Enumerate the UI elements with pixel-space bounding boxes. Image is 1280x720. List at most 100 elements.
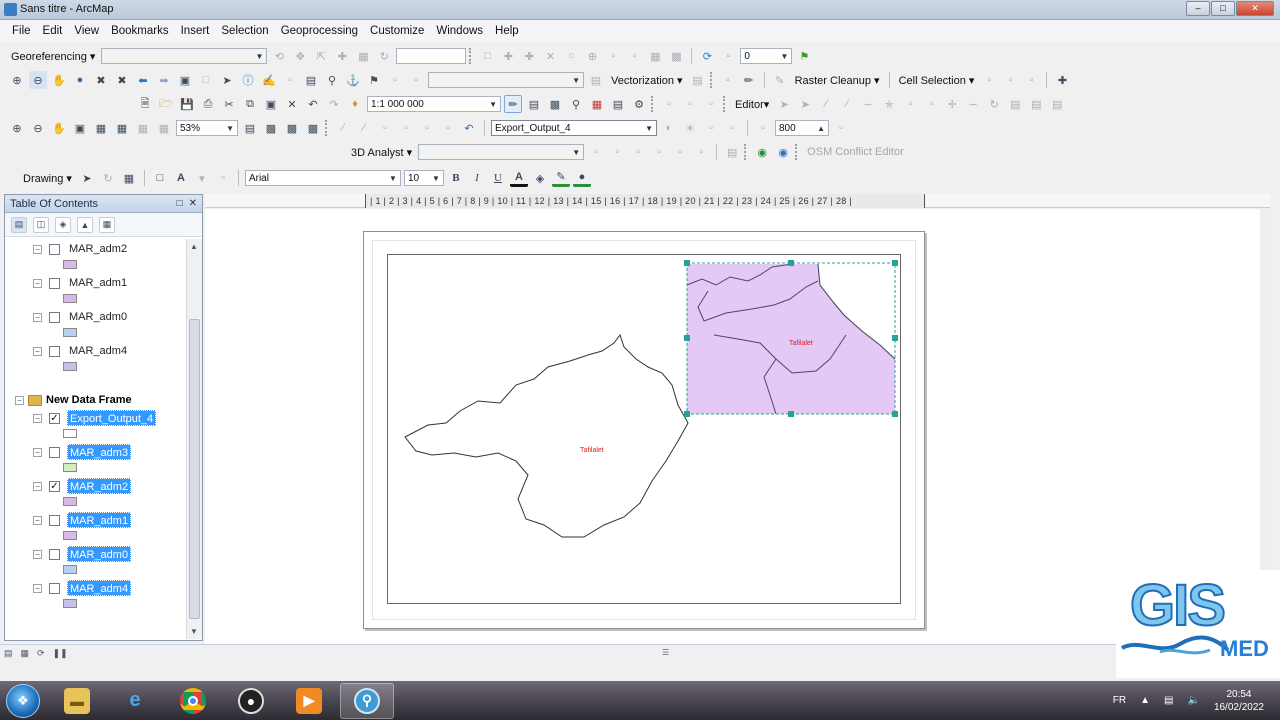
vectorization-settings-icon[interactable]: ▤ bbox=[587, 71, 605, 89]
layer-name[interactable]: MAR_adm2 bbox=[67, 241, 129, 257]
edit-pointer-icon[interactable]: ➤ bbox=[775, 95, 793, 113]
create-features-icon[interactable]: ▤ bbox=[1048, 95, 1066, 113]
rotate-element-icon[interactable]: ▫ bbox=[702, 95, 720, 113]
rotate-drawing-icon[interactable]: ↻ bbox=[99, 169, 117, 187]
rotate-edit-icon[interactable]: ↻ bbox=[985, 95, 1003, 113]
new-text-icon[interactable]: A bbox=[172, 169, 190, 187]
attributes-icon[interactable]: ▤ bbox=[1006, 95, 1024, 113]
georef-layer-combo[interactable]: ▼ bbox=[101, 48, 268, 64]
point-icon[interactable]: ✯ bbox=[880, 95, 898, 113]
undo-georef-icon[interactable]: ↶ bbox=[460, 119, 478, 137]
taskbar-media-player[interactable]: ▶ bbox=[282, 683, 336, 719]
layer-name[interactable]: MAR_adm4 bbox=[67, 343, 129, 359]
main-region-outline[interactable] bbox=[404, 333, 689, 538]
crosshair-icon[interactable]: ✚ bbox=[1053, 71, 1071, 89]
layer-name[interactable]: MAR_adm1 bbox=[67, 512, 132, 528]
map-scale-combo[interactable]: 1:1 000 000 ▼ bbox=[367, 96, 501, 112]
search-window-icon[interactable]: ⚲ bbox=[567, 95, 585, 113]
trace-icon[interactable]: ∽ bbox=[859, 95, 877, 113]
collapse-icon[interactable]: − bbox=[15, 395, 24, 405]
profile-graph-icon[interactable]: ▤ bbox=[723, 143, 741, 161]
reshape-icon[interactable]: ✛ bbox=[943, 95, 961, 113]
layout-horizontal-scrollbar[interactable]: ☰ bbox=[80, 648, 1270, 658]
back-icon[interactable]: ⬅ bbox=[134, 71, 152, 89]
layer-name[interactable]: Export_Output_4 bbox=[67, 410, 157, 426]
georef-add-point-icon[interactable]: ▫ bbox=[376, 119, 394, 137]
layout-view-icon[interactable]: ▦ bbox=[21, 648, 30, 659]
forward-icon[interactable]: ➡ bbox=[155, 71, 173, 89]
menu-view[interactable]: View bbox=[68, 25, 105, 37]
collapse-icon[interactable]: − bbox=[33, 347, 42, 356]
menu-file[interactable]: File bbox=[6, 25, 37, 37]
link-table-icon[interactable]: ▦ bbox=[354, 47, 372, 65]
edit-vertex-icon[interactable]: ▫ bbox=[681, 95, 699, 113]
rotate-icon[interactable]: ⟲ bbox=[270, 47, 288, 65]
close-button[interactable]: ✕ bbox=[1236, 1, 1274, 16]
italic-button[interactable]: I bbox=[468, 169, 486, 187]
collapse-icon[interactable]: − bbox=[33, 313, 42, 322]
start-button[interactable]: ❖ bbox=[6, 683, 40, 718]
select-features-icon[interactable]: ▣ bbox=[176, 71, 194, 89]
font-size-combo[interactable]: 10 ▼ bbox=[403, 170, 444, 186]
layer-visibility-checkbox[interactable] bbox=[49, 583, 60, 594]
end-point-arc-icon[interactable]: ∕ bbox=[838, 95, 856, 113]
measure-icon[interactable]: ▤ bbox=[302, 71, 320, 89]
zoom-in-icon[interactable]: ⊕ bbox=[8, 71, 26, 89]
data-driven-pages-icon[interactable]: ▩ bbox=[304, 119, 322, 137]
text-dropdown-icon[interactable]: ▾ bbox=[193, 169, 211, 187]
collapse-icon[interactable]: − bbox=[33, 516, 42, 525]
language-indicator[interactable]: FR bbox=[1113, 695, 1126, 706]
intersection-icon[interactable]: ⊕ bbox=[583, 47, 601, 65]
layer-name[interactable]: MAR_adm4 bbox=[67, 580, 132, 596]
collapse-icon[interactable]: − bbox=[33, 448, 42, 457]
midpoint-icon[interactable]: ▫ bbox=[604, 47, 622, 65]
taskbar-chrome[interactable] bbox=[166, 683, 220, 719]
show-hidden-icons-icon[interactable]: ▲ bbox=[1140, 695, 1150, 706]
layout-view[interactable]: Tafilalet Tafilalet bbox=[205, 209, 1270, 644]
pencil-icon[interactable]: ✏ bbox=[740, 71, 758, 89]
selection-handle[interactable] bbox=[788, 411, 794, 417]
selection-handle[interactable] bbox=[684, 335, 690, 341]
layer-item[interactable]: − MAR_adm3 bbox=[5, 444, 185, 478]
selection-handle[interactable] bbox=[684, 411, 690, 417]
edge-icon[interactable]: ✕ bbox=[541, 47, 559, 65]
full-extent-icon[interactable]: ● bbox=[71, 71, 89, 89]
zoom-100-icon[interactable]: ▦ bbox=[92, 119, 110, 137]
grid-icon[interactable]: ▦ bbox=[646, 47, 664, 65]
layer-item[interactable]: − MAR_adm2 bbox=[5, 241, 185, 275]
create-viewer-icon[interactable]: ▫ bbox=[407, 71, 425, 89]
line-of-sight-icon[interactable]: ▫ bbox=[629, 143, 647, 161]
map-data-frame[interactable]: Tafilalet Tafilalet bbox=[387, 254, 901, 604]
bold-button[interactable]: B bbox=[447, 169, 465, 187]
clock[interactable]: 20:54 16/02/2022 bbox=[1214, 688, 1264, 714]
selection-handle[interactable] bbox=[684, 260, 690, 266]
hyperlink-icon[interactable]: ✍ bbox=[260, 71, 278, 89]
zoom-whole-page-icon[interactable]: ▣ bbox=[71, 119, 89, 137]
paste-icon[interactable]: ▣ bbox=[262, 95, 280, 113]
copy-doc-icon[interactable]: ⧉ bbox=[241, 95, 259, 113]
model-builder-icon[interactable]: ⚙ bbox=[630, 95, 648, 113]
open-icon[interactable]: 🗁 bbox=[157, 95, 175, 113]
layer-name[interactable]: MAR_adm1 bbox=[67, 275, 129, 291]
save-icon[interactable]: 💾 bbox=[178, 95, 196, 113]
raster-cleanup-tool-icon[interactable]: ▫ bbox=[719, 71, 737, 89]
underline-button[interactable]: U bbox=[489, 169, 507, 187]
data-frame-name[interactable]: New Data Frame bbox=[46, 394, 132, 406]
list-by-selection-icon[interactable]: ▲ bbox=[77, 216, 93, 233]
collapse-icon[interactable]: − bbox=[33, 584, 42, 593]
transparency-icon[interactable]: ▫ bbox=[702, 119, 720, 137]
layer-visibility-checkbox[interactable]: ✓ bbox=[49, 413, 60, 424]
redo-icon[interactable]: ↷ bbox=[325, 95, 343, 113]
editor-toolbar-icon[interactable]: ✏ bbox=[504, 95, 522, 113]
resolution-icon[interactable]: ▫ bbox=[754, 119, 772, 137]
shift-icon[interactable]: ✥ bbox=[291, 47, 309, 65]
vectorization-menu[interactable]: Vectorization ▾ bbox=[608, 74, 686, 87]
layer-visibility-checkbox[interactable]: ✓ bbox=[49, 481, 60, 492]
drawing-menu[interactable]: Drawing ▾ bbox=[20, 172, 75, 185]
selection-handle[interactable] bbox=[892, 260, 898, 266]
layout-zoom-combo[interactable]: 53% ▼ bbox=[176, 120, 238, 136]
zoom-in-layout-icon[interactable]: ⊕ bbox=[8, 119, 26, 137]
clear-selection-icon[interactable]: □ bbox=[197, 71, 215, 89]
layer-visibility-checkbox[interactable] bbox=[49, 312, 60, 323]
menu-windows[interactable]: Windows bbox=[430, 25, 489, 37]
